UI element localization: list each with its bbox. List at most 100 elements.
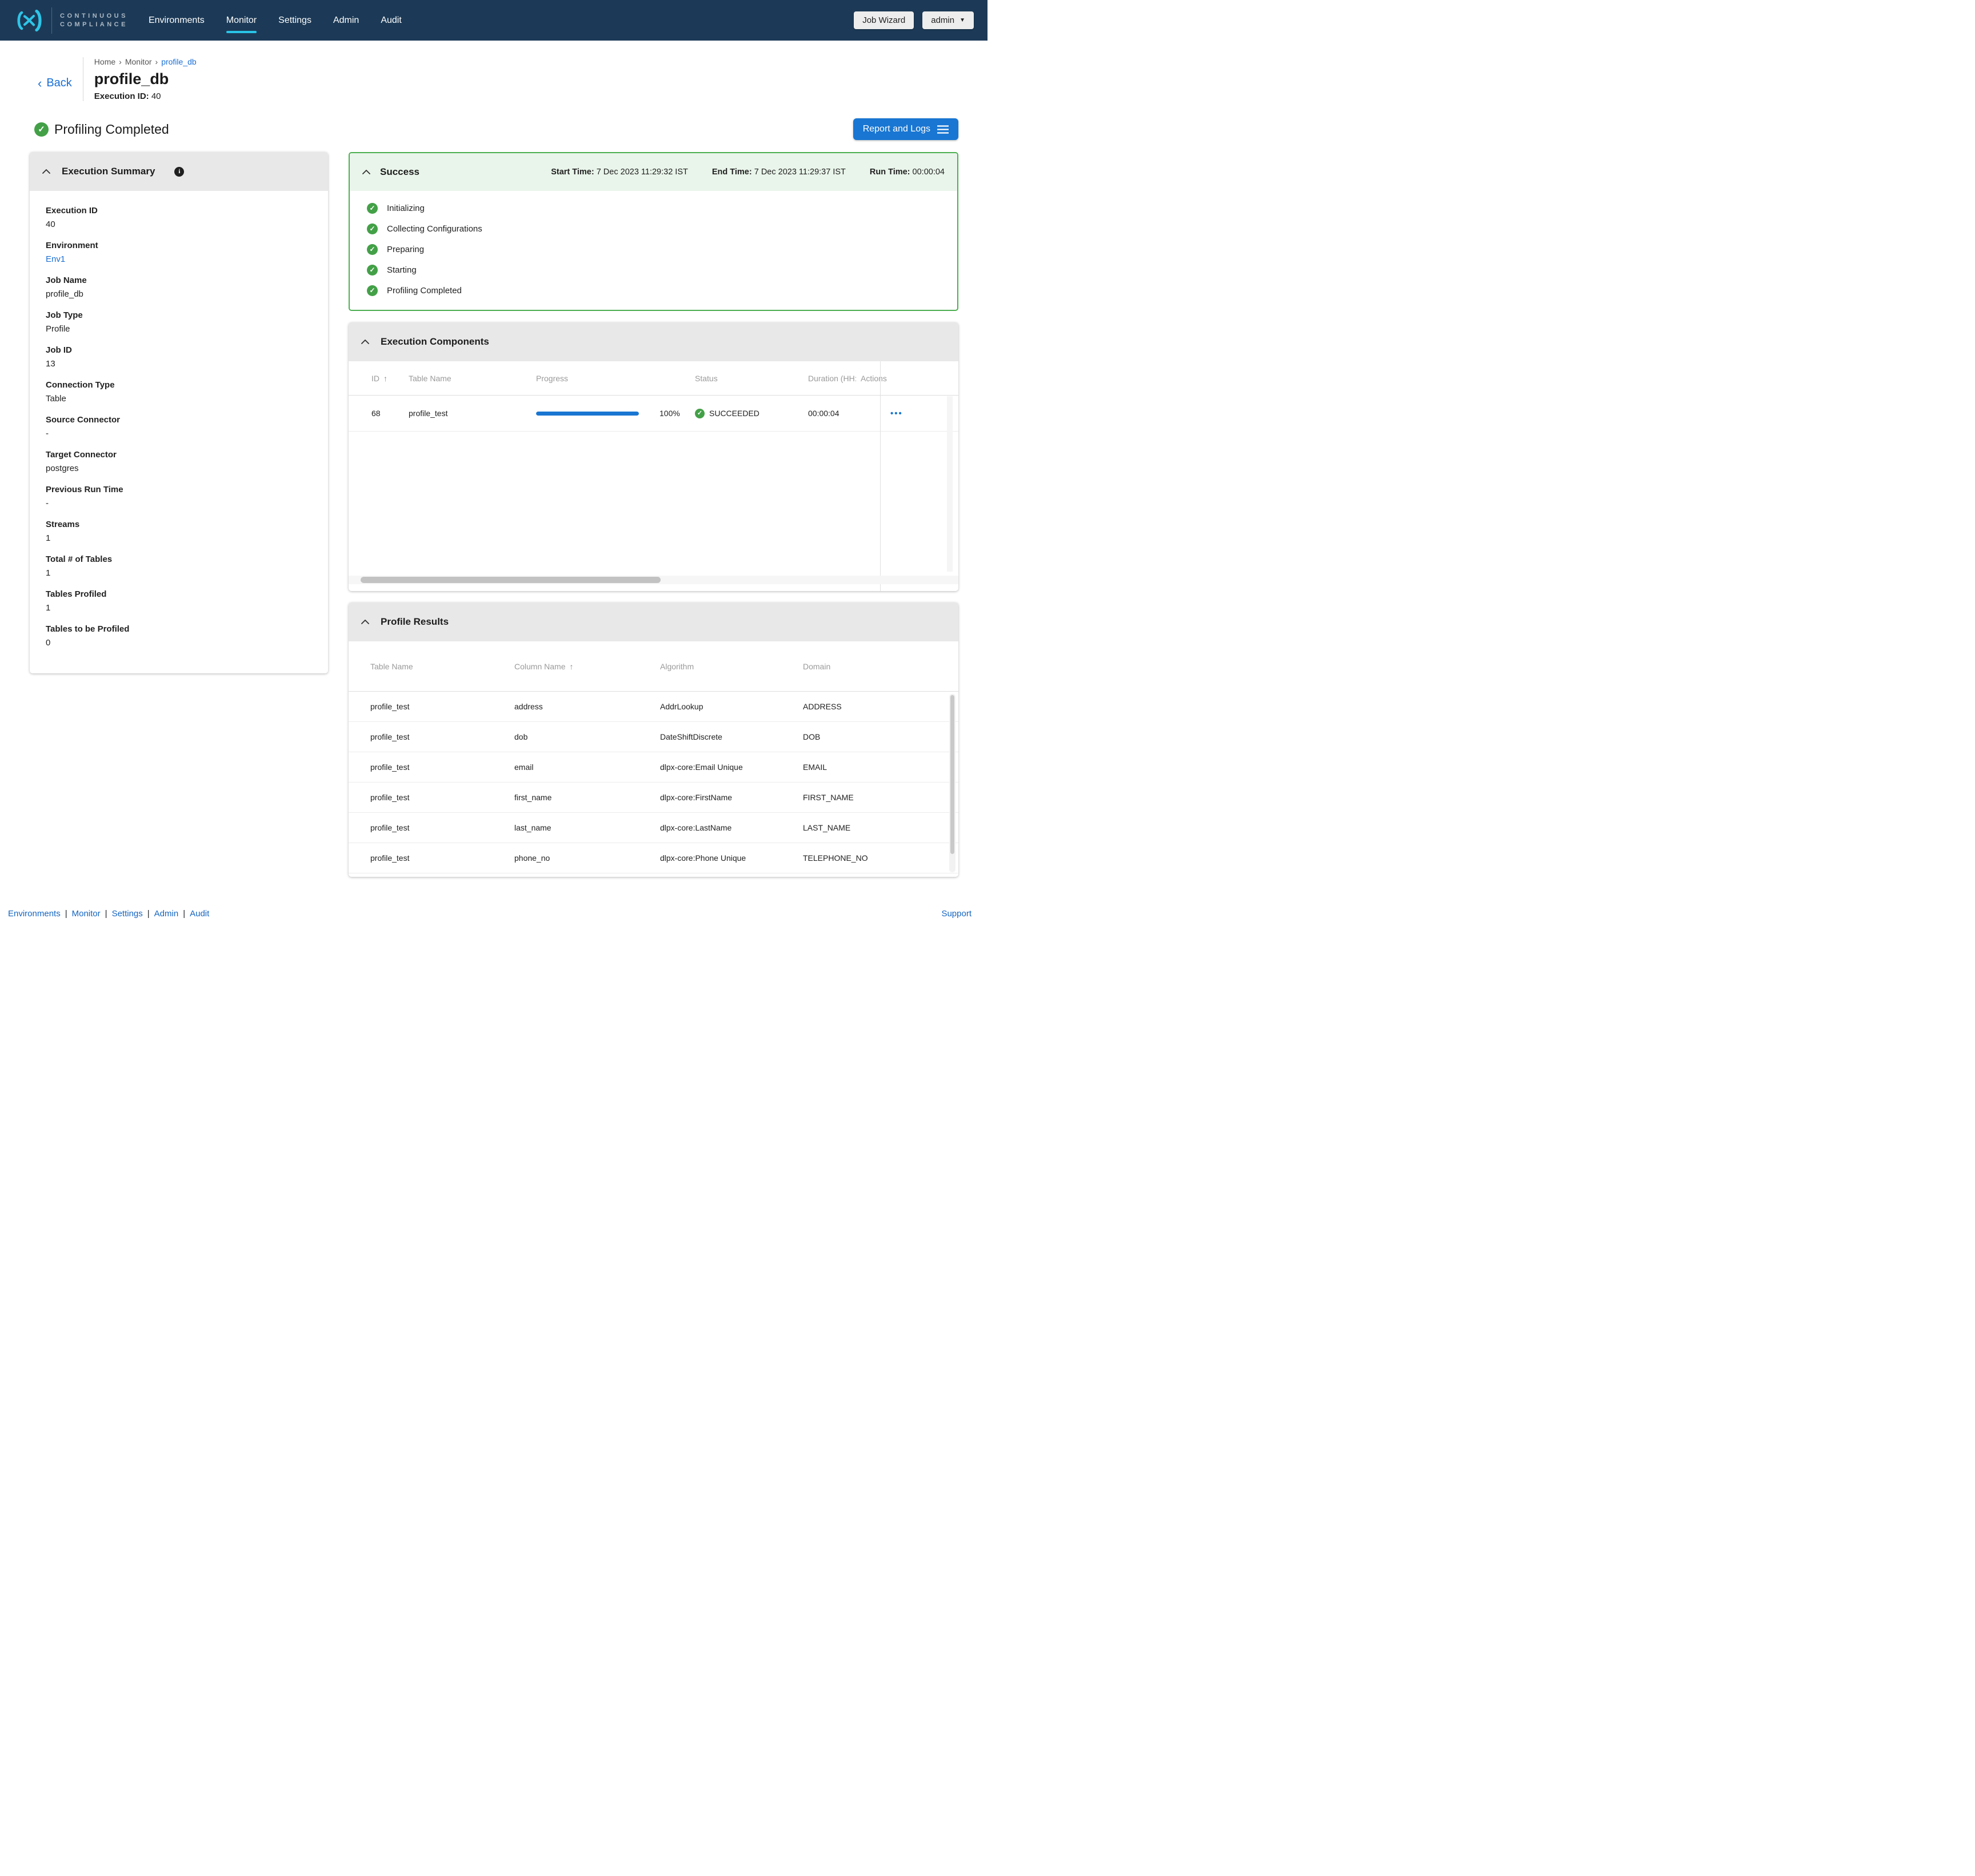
execution-summary-body: Execution ID40 EnvironmentEnv1 Job Namep… bbox=[30, 191, 328, 673]
profile-results-header: Profile Results bbox=[349, 602, 958, 641]
summary-field: Target Connectorpostgres bbox=[46, 449, 312, 474]
step-check-icon bbox=[367, 203, 378, 214]
profile-results-panel: Profile Results Table Name Column Name↑ … bbox=[349, 602, 958, 877]
page-header: ‹ Back Home › Monitor › profile_db profi… bbox=[0, 41, 988, 101]
back-chevron-icon: ‹ bbox=[38, 77, 42, 90]
caret-down-icon: ▼ bbox=[959, 18, 965, 23]
footer-environments[interactable]: Environments bbox=[8, 909, 72, 919]
report-and-logs-button[interactable]: Report and Logs bbox=[853, 118, 958, 140]
footer-support[interactable]: Support bbox=[941, 909, 971, 919]
nav-items: Environments Monitor Settings Admin Audi… bbox=[149, 13, 402, 28]
delphix-logo-icon bbox=[15, 10, 43, 31]
results-table-head: Table Name Column Name↑ Algorithm Domain bbox=[349, 641, 958, 692]
execution-components-table: ID↑ Table Name Progress Status Duration … bbox=[349, 361, 958, 591]
footer-audit[interactable]: Audit bbox=[190, 909, 209, 919]
execution-id-label: Execution ID: bbox=[94, 91, 149, 101]
execution-summary-panel: Execution Summary Execution ID40 Environ… bbox=[30, 152, 328, 673]
table-row[interactable]: profile_testlast_namedlpx-core:LastNameL… bbox=[349, 813, 958, 843]
user-menu-button[interactable]: admin ▼ bbox=[922, 11, 974, 29]
main-content: ‹ Back Home › Monitor › profile_db profi… bbox=[0, 41, 988, 877]
table-row[interactable]: profile_testdobDateShiftDiscreteDOB bbox=[349, 722, 958, 752]
cell-duration: 00:00:04 bbox=[808, 409, 856, 418]
footer-settings[interactable]: Settings bbox=[112, 909, 154, 919]
nav-audit[interactable]: Audit bbox=[381, 13, 401, 28]
table-row[interactable]: profile_testphone_nodlpx-core:Phone Uniq… bbox=[349, 843, 958, 873]
step-check-icon bbox=[367, 223, 378, 234]
brand-logo[interactable]: CONTINUOUS COMPLIANCE bbox=[15, 7, 128, 34]
collapse-chevron-icon[interactable] bbox=[361, 340, 369, 344]
success-panel-header: Success Start Time: 7 Dec 2023 11:29:32 … bbox=[350, 153, 957, 191]
execution-components-panel: Execution Components ID↑ Table Name Prog… bbox=[349, 322, 958, 591]
column-header-status[interactable]: Status bbox=[695, 374, 808, 383]
horizontal-scrollbar-track[interactable] bbox=[349, 576, 958, 584]
column-header-domain[interactable]: Domain bbox=[803, 662, 958, 671]
report-and-logs-label: Report and Logs bbox=[863, 124, 930, 134]
back-label: Back bbox=[46, 77, 71, 90]
sort-ascending-icon: ↑ bbox=[383, 374, 387, 383]
nav-monitor[interactable]: Monitor bbox=[226, 13, 257, 28]
table-row[interactable]: profile_testaddressAddrLookupADDRESS bbox=[349, 692, 958, 722]
collapse-chevron-icon[interactable] bbox=[362, 170, 370, 174]
status-row: Profiling Completed Report and Logs bbox=[34, 118, 958, 140]
column-header-algorithm[interactable]: Algorithm bbox=[660, 662, 803, 671]
nav-settings[interactable]: Settings bbox=[278, 13, 311, 28]
column-header-table-name[interactable]: Table Name bbox=[349, 662, 514, 671]
column-header-id[interactable]: ID↑ bbox=[349, 374, 409, 383]
execution-id-value: 40 bbox=[151, 91, 161, 101]
collapse-chevron-icon[interactable] bbox=[361, 620, 369, 624]
brand-divider bbox=[51, 7, 52, 34]
run-time: Run Time: 00:00:04 bbox=[870, 167, 945, 177]
execution-steps: Initializing Collecting Configurations P… bbox=[350, 191, 957, 310]
summary-field: Execution ID40 bbox=[46, 205, 312, 230]
footer-monitor[interactable]: Monitor bbox=[72, 909, 112, 919]
actions-column-divider bbox=[880, 361, 881, 591]
column-header-duration[interactable]: Duration (HH:mm:ss) bbox=[808, 374, 856, 383]
footer-admin[interactable]: Admin bbox=[154, 909, 190, 919]
column-header-progress[interactable]: Progress bbox=[536, 374, 657, 383]
cell-id: 68 bbox=[349, 409, 409, 418]
success-title: Success bbox=[380, 166, 419, 178]
table-row[interactable]: 68 profile_test 100% SUCCEEDED 00:00:04 … bbox=[349, 396, 958, 432]
nav-environments[interactable]: Environments bbox=[149, 13, 205, 28]
table-row[interactable]: profile_testemaildlpx-core:Email UniqueE… bbox=[349, 752, 958, 783]
footer-links: Environments Monitor Settings Admin Audi… bbox=[8, 909, 209, 919]
more-actions-icon[interactable]: ••• bbox=[890, 409, 903, 418]
summary-field: Tables to be Profiled0 bbox=[46, 624, 312, 648]
back-link[interactable]: ‹ Back bbox=[38, 77, 72, 90]
column-header-table-name[interactable]: Table Name bbox=[409, 374, 536, 383]
profile-results-title: Profile Results bbox=[381, 616, 449, 628]
environment-link[interactable]: Env1 bbox=[46, 254, 312, 265]
breadcrumb-separator-icon: › bbox=[155, 57, 158, 66]
breadcrumb-home[interactable]: Home bbox=[94, 57, 115, 66]
profile-results-table: Table Name Column Name↑ Algorithm Domain… bbox=[349, 641, 958, 877]
step-item: Starting bbox=[367, 260, 957, 280]
collapse-chevron-icon[interactable] bbox=[42, 169, 50, 174]
summary-field: Streams1 bbox=[46, 519, 312, 544]
breadcrumb: Home › Monitor › profile_db bbox=[94, 57, 197, 66]
breadcrumb-monitor[interactable]: Monitor bbox=[125, 57, 152, 66]
breadcrumb-current[interactable]: profile_db bbox=[161, 57, 197, 66]
table-row[interactable]: profile_testfirst_namedlpx-core:FirstNam… bbox=[349, 783, 958, 813]
vertical-scrollbar-track[interactable] bbox=[949, 694, 955, 872]
execution-id-line: Execution ID: 40 bbox=[94, 91, 197, 101]
nav-admin[interactable]: Admin bbox=[333, 13, 359, 28]
job-wizard-button[interactable]: Job Wizard bbox=[854, 11, 914, 29]
info-icon[interactable] bbox=[174, 167, 184, 177]
horizontal-scrollbar-thumb[interactable] bbox=[361, 577, 661, 583]
cell-status: SUCCEEDED bbox=[695, 409, 808, 418]
top-nav: CONTINUOUS COMPLIANCE Environments Monit… bbox=[0, 0, 988, 41]
cell-progress-percent: 100% bbox=[657, 409, 695, 418]
step-check-icon bbox=[367, 244, 378, 255]
right-column: Success Start Time: 7 Dec 2023 11:29:32 … bbox=[349, 152, 958, 877]
step-item: Collecting Configurations bbox=[367, 218, 957, 239]
status-badge: SUCCEEDED bbox=[709, 409, 759, 418]
user-menu-label: admin bbox=[931, 15, 954, 25]
breadcrumb-separator-icon: › bbox=[119, 57, 122, 66]
vertical-scrollbar-thumb[interactable] bbox=[950, 695, 954, 854]
execution-summary-title: Execution Summary bbox=[62, 166, 155, 177]
progress-fill bbox=[536, 412, 639, 416]
column-header-column-name[interactable]: Column Name↑ bbox=[514, 662, 660, 671]
execution-components-header: Execution Components bbox=[349, 322, 958, 361]
vertical-scrollbar-track[interactable] bbox=[947, 396, 953, 572]
step-check-icon bbox=[367, 265, 378, 276]
